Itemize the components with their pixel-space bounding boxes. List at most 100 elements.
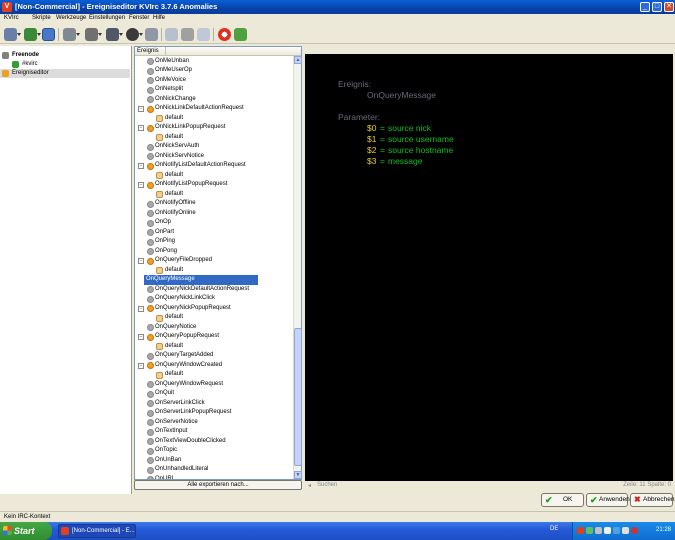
event-item[interactable]: OnQueryTargetAdded xyxy=(135,351,293,361)
event-item[interactable]: OnUnBan xyxy=(135,456,293,466)
ok-button[interactable]: ✔ OK xyxy=(541,493,584,507)
event-item[interactable]: − OnNotifyListPopupRequest xyxy=(135,180,293,190)
kvirc-app-icon[interactable]: V xyxy=(2,2,12,12)
menu-werkzeuge[interactable]: Werkzeuge xyxy=(56,15,86,21)
handler-item[interactable]: default xyxy=(135,133,293,143)
close-button[interactable]: ✕ xyxy=(664,2,674,12)
tray-icon[interactable] xyxy=(595,527,602,534)
event-item[interactable]: − OnNotifyListDefaultActionRequest xyxy=(135,161,293,171)
network-tray-icon[interactable] xyxy=(586,527,593,534)
event-item[interactable]: − OnQueryNickPopupRequest xyxy=(135,304,293,314)
taskbar-item-kvirc[interactable]: [Non-Commercial] - E... xyxy=(58,524,136,538)
collapse-toggle-icon[interactable]: − xyxy=(138,258,144,264)
event-item[interactable]: OnOp xyxy=(135,218,293,228)
security-alert-icon[interactable] xyxy=(631,527,638,534)
event-item[interactable]: − OnQueryPopupRequest xyxy=(135,332,293,342)
language-indicator[interactable]: DE xyxy=(550,526,558,532)
menu-einstellungen[interactable]: Einstellungen xyxy=(89,15,125,21)
tray-icon[interactable] xyxy=(604,527,611,534)
apply-button[interactable]: ✔ Anwenden xyxy=(586,493,630,507)
handler-item[interactable]: default xyxy=(135,313,293,323)
column-divider[interactable] xyxy=(165,47,166,56)
event-item[interactable]: OnNickChange xyxy=(135,95,293,105)
event-item[interactable]: OnTextInput xyxy=(135,427,293,437)
event-item[interactable]: OnQueryNotice xyxy=(135,323,293,333)
wrench-icon[interactable] xyxy=(181,28,194,41)
event-item[interactable]: − OnQueryFileDropped xyxy=(135,256,293,266)
event-list-scrollbar[interactable]: ▲ ▼ xyxy=(293,56,302,479)
start-button[interactable]: Start xyxy=(0,522,52,540)
tools-icon[interactable] xyxy=(85,28,102,41)
volume-icon[interactable] xyxy=(622,527,629,534)
event-item[interactable]: OnNotifyOnline xyxy=(135,209,293,219)
help-icon[interactable] xyxy=(218,28,231,41)
user-icon[interactable] xyxy=(126,28,143,41)
event-item[interactable]: OnUnhandledLiteral xyxy=(135,465,293,475)
event-item[interactable]: OnTopic xyxy=(135,446,293,456)
alias-icon[interactable] xyxy=(197,28,210,41)
event-item[interactable]: OnQueryNickLinkClick xyxy=(135,294,293,304)
menu-skripte[interactable]: Skripte xyxy=(32,15,51,21)
about-icon[interactable] xyxy=(234,28,247,41)
scroll-thumb[interactable] xyxy=(294,328,302,466)
minimize-button[interactable]: _ xyxy=(640,2,650,12)
menu-hilfe[interactable]: Hilfe xyxy=(153,15,165,21)
collapse-toggle-icon[interactable]: − xyxy=(138,182,144,188)
handler-item[interactable]: default xyxy=(135,266,293,276)
search-label[interactable]: Suchen xyxy=(317,482,337,488)
script-icon[interactable] xyxy=(106,28,123,41)
menu-kvirc[interactable]: KVIrc xyxy=(4,15,19,21)
scroll-up-arrow[interactable]: ▲ xyxy=(294,56,302,64)
cancel-button[interactable]: ✖ Abbrechen xyxy=(630,493,674,507)
handler-item[interactable]: default xyxy=(135,114,293,124)
scroll-down-arrow[interactable]: ▼ xyxy=(294,471,302,479)
code-editor[interactable]: Ereignis: OnQueryMessage Parameter: $0 = s… xyxy=(305,54,673,481)
maximize-button[interactable]: □ xyxy=(652,2,662,12)
event-item[interactable]: OnQuit xyxy=(135,389,293,399)
event-item[interactable]: OnPing xyxy=(135,237,293,247)
options-icon[interactable] xyxy=(145,28,158,41)
event-item[interactable]: OnQueryMessage xyxy=(135,275,293,285)
collapse-toggle-icon[interactable]: − xyxy=(138,334,144,340)
event-item[interactable]: − OnQueryWindowCreated xyxy=(135,361,293,371)
collapse-toggle-icon[interactable]: − xyxy=(138,163,144,169)
event-item[interactable]: OnServerNotice xyxy=(135,418,293,428)
handler-item[interactable]: default xyxy=(135,190,293,200)
export-all-button[interactable]: Alle exportieren nach... xyxy=(134,480,302,490)
menu-fenster[interactable]: Fenster xyxy=(129,15,149,21)
event-item[interactable]: OnNickServAuth xyxy=(135,142,293,152)
collapse-toggle-icon[interactable]: − xyxy=(138,106,144,112)
event-item[interactable]: OnNetsplit xyxy=(135,85,293,95)
handler-item[interactable]: default xyxy=(135,370,293,380)
event-item[interactable]: OnMeVoice xyxy=(135,76,293,86)
event-item[interactable]: − OnNickLinkPopupRequest xyxy=(135,123,293,133)
event-item[interactable]: − OnNickLinkDefaultActionRequest xyxy=(135,104,293,114)
event-item[interactable]: OnURL xyxy=(135,475,293,479)
kvirc-tray-icon[interactable] xyxy=(577,527,584,534)
collapse-toggle-icon[interactable]: − xyxy=(138,305,144,312)
join-icon[interactable] xyxy=(63,28,80,41)
connect-icon[interactable] xyxy=(4,28,21,41)
search-arrow-icon[interactable]: ◂ xyxy=(308,482,311,489)
event-column-header[interactable]: Ereignis xyxy=(135,47,301,56)
event-item[interactable]: OnPart xyxy=(135,228,293,238)
handler-item[interactable]: default xyxy=(135,171,293,181)
collapse-toggle-icon[interactable]: − xyxy=(138,362,144,369)
event-item[interactable]: OnNickServNotice xyxy=(135,152,293,162)
tree-item-network[interactable]: Freenode xyxy=(0,51,130,60)
event-item[interactable]: OnMeUnban xyxy=(135,57,293,67)
event-item[interactable]: OnQueryNickDefaultActionRequest xyxy=(135,285,293,295)
handler-item[interactable]: default xyxy=(135,342,293,352)
tray-icon[interactable] xyxy=(613,527,620,534)
event-item[interactable]: OnServerLinkClick xyxy=(135,399,293,409)
event-item[interactable]: OnTextViewDoubleClicked xyxy=(135,437,293,447)
tree-item-channel[interactable]: #kvirc xyxy=(0,60,130,69)
event-item[interactable]: OnNotifyOffline xyxy=(135,199,293,209)
terminal-icon[interactable] xyxy=(165,28,178,41)
event-item[interactable]: OnQueryWindowRequest xyxy=(135,380,293,390)
event-item[interactable]: OnServerLinkPopupRequest xyxy=(135,408,293,418)
tree-item-event-editor[interactable]: Ereigniseditor xyxy=(0,69,130,78)
event-item[interactable]: OnMeUserOp xyxy=(135,66,293,76)
collapse-toggle-icon[interactable]: − xyxy=(138,125,144,131)
event-item[interactable]: OnPong xyxy=(135,247,293,257)
